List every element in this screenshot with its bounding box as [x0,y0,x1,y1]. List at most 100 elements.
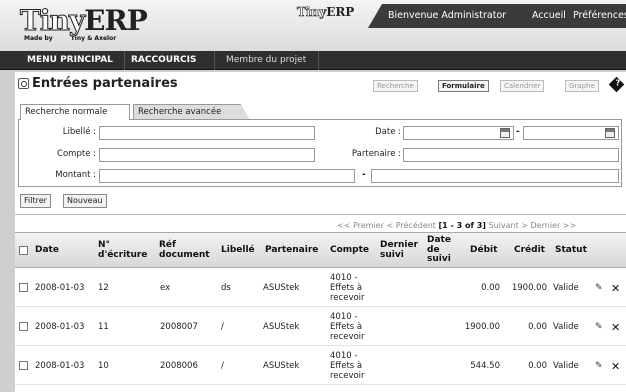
cell-debit: 544.50 [470,361,500,371]
cell-date: 2008-01-03 [35,361,85,371]
cell-credit: 0.00 [528,361,547,371]
cell-num: 11 [98,322,109,332]
view-form-button[interactable]: Formulaire [438,80,489,92]
date-label: Date : [375,127,401,137]
col-num[interactable]: N° d'écriture [98,240,158,260]
pager-range: [1 - 3 of 3] [438,221,486,230]
pager: << Premier < Précédent [1 - 3 of 3] Suiv… [337,221,576,230]
view-graph-button[interactable]: Graphe [565,80,599,92]
calendar-icon[interactable] [500,128,510,138]
col-debit[interactable]: Débit [470,245,497,256]
app-header: TinyERP Made by Tiny & Axelor TinyERP Bie… [0,0,626,51]
pager-prev[interactable]: < Précédent [386,221,436,230]
libelle-input[interactable] [99,126,315,140]
col-statut[interactable]: Statut [555,245,587,256]
cell-compte-name-cont: recevoir [330,293,365,303]
menu-main[interactable]: MENU PRINCIPAL [27,55,113,65]
menu-divider [318,51,319,70]
preferences-link[interactable]: Préférences [573,10,626,21]
cell-num: 12 [98,283,109,293]
montant-max-input[interactable] [371,169,619,183]
home-link[interactable]: Accueil [532,10,566,21]
col-dernier-suivi[interactable]: Dernier suivi [380,240,426,260]
cell-ref: ex [160,283,171,293]
cell-num: 10 [98,361,109,371]
view-search-button[interactable]: Recherche [373,80,418,92]
pager-next[interactable]: Suivant > [489,221,528,230]
filter-button[interactable]: Filtrer [20,194,51,208]
search-form: Libellé : Compte : Montant : - Date : - … [18,119,622,187]
mini-logo: TinyERP [297,5,355,20]
cell-statut: Valide [553,283,579,293]
montant-min-input[interactable] [99,169,355,183]
page-title: Entrées partenaires [32,76,178,91]
logo-wordmark: TinyERP [19,4,147,37]
title-row: Entrées partenaires Recherche Formulaire… [15,72,626,96]
partenaire-input[interactable] [403,148,619,162]
cell-statut: Valide [553,322,579,332]
cell-libelle: ds [221,283,231,293]
cell-debit: 0.00 [481,283,500,293]
row-checkbox[interactable] [19,322,28,331]
compte-label: Compte : [57,149,96,159]
new-button[interactable]: Nouveau [63,194,107,208]
pager-first[interactable]: << Premier [337,221,384,230]
row-checkbox[interactable] [19,283,28,292]
compte-input[interactable] [99,148,315,162]
cell-credit: 1900.00 [511,283,547,293]
delete-icon[interactable]: ✕ [611,360,620,373]
col-date[interactable]: Date [35,245,59,256]
table-row[interactable]: 2008-01-03 11 2008007 / ASUStek 4010 - E… [15,308,626,346]
main-panel: Entrées partenaires Recherche Formulaire… [15,72,626,392]
logo-tagline: Made by Tiny & Axelor [24,35,117,42]
select-all-checkbox[interactable] [19,246,28,255]
cell-statut: Valide [553,361,579,371]
tiny-erp-logo[interactable]: TinyERP Made by Tiny & Axelor [19,4,147,44]
delete-icon[interactable]: ✕ [611,282,620,295]
row-checkbox[interactable] [19,361,28,370]
cell-compte-name-cont: recevoir [330,371,365,381]
menu-shortcuts[interactable]: RACCOURCIS [131,55,196,65]
tab-normal-search[interactable]: Recherche normale [20,104,130,120]
divider [15,214,626,215]
delete-icon[interactable]: ✕ [611,321,620,334]
cell-partenaire: ASUStek [263,361,300,371]
search-view-icon [18,78,29,89]
montant-label: Montant : [55,170,96,180]
shortcut-project-member[interactable]: Membre du projet [226,55,306,65]
date-range-separator: - [516,127,520,137]
tab-advanced-search[interactable]: Recherche avancée [133,104,250,120]
pager-last[interactable]: Dernier >> [531,221,577,230]
menu-divider [124,51,125,70]
montant-range-separator: - [362,170,366,180]
date-from-input[interactable] [403,126,514,140]
cell-compte-name-cont: recevoir [330,332,365,342]
edit-icon[interactable]: ✎ [595,322,603,332]
edit-icon[interactable]: ✎ [595,361,603,371]
table-row[interactable]: 2008-01-03 12 ex ds ASUStek 4010 - Effet… [15,269,626,307]
table-row[interactable]: 2008-01-03 10 2008006 / ASUStek 4010 - E… [15,347,626,385]
cell-ref: 2008006 [160,361,198,371]
calendar-icon[interactable] [605,128,615,138]
col-libelle[interactable]: Libellé [221,245,255,256]
partenaire-label: Partenaire : [351,149,401,159]
col-date-suivi[interactable]: Date de suivi [427,235,457,265]
menu-divider [214,51,215,70]
cell-partenaire: ASUStek [263,322,300,332]
col-partenaire[interactable]: Partenaire [265,245,318,256]
cell-libelle: / [221,322,224,332]
cell-date: 2008-01-03 [35,322,85,332]
menu-bar: MENU PRINCIPAL RACCOURCIS Membre du proj… [0,51,626,70]
libelle-label: Libellé : [62,127,96,137]
col-compte[interactable]: Compte [330,245,369,256]
cell-debit: 1900.00 [464,322,500,332]
cell-date: 2008-01-03 [35,283,85,293]
col-ref[interactable]: Réf document [159,240,217,260]
help-icon[interactable]: ? [608,76,625,93]
cell-partenaire: ASUStek [263,283,300,293]
cell-credit: 0.00 [528,322,547,332]
col-credit[interactable]: Crédit [514,245,545,256]
edit-icon[interactable]: ✎ [595,283,603,293]
cell-libelle: / [221,361,224,371]
view-calendar-button[interactable]: Calendrier [500,80,545,92]
